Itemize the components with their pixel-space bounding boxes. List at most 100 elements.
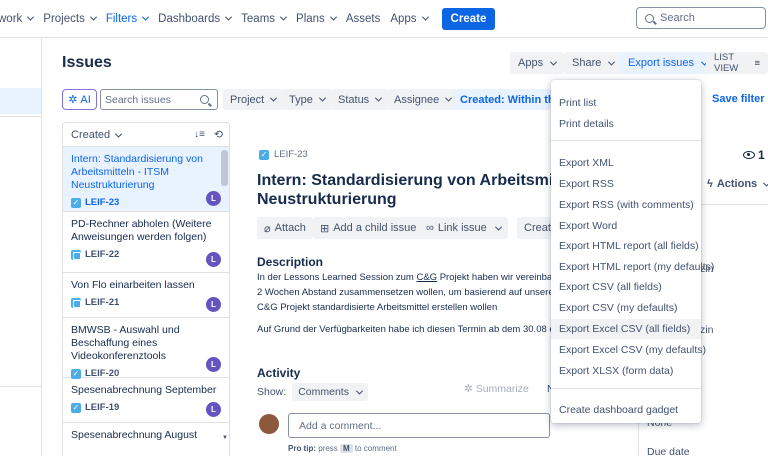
list-item[interactable]: Von Flo einarbeiten lassen LEIF-21 L — [63, 273, 229, 318]
menu-item-export-xlsx[interactable]: Export XLSX (form data) — [551, 361, 701, 381]
more-link-options-button[interactable] — [490, 217, 508, 239]
menu-item-export-rss-comments[interactable]: Export RSS (with comments) — [551, 195, 701, 215]
export-issues-button[interactable]: Export issues — [620, 52, 716, 74]
avatar — [259, 414, 279, 434]
list-header: Created ↓≡ ⟲ — [63, 123, 229, 147]
list-item[interactable]: PD-Rechner abholen (Weitere Anweisungen … — [63, 212, 229, 273]
chevron-down-icon — [27, 13, 35, 21]
list-item[interactable]: Spesenabrechnung September ✓ LEIF-19 L — [63, 378, 229, 423]
chevron-down-icon — [329, 13, 337, 21]
watchers-button[interactable]: 1 — [743, 148, 765, 162]
nav-item-dashboards[interactable]: Dashboards — [158, 13, 233, 25]
paperclip-icon: ⌀ — [264, 222, 271, 235]
assignee-filter[interactable]: Assignee — [387, 89, 459, 110]
chevron-down-icon — [355, 387, 363, 395]
nav-item-filters[interactable]: Filters — [106, 13, 150, 25]
menu-item-print-details[interactable]: Print details — [551, 114, 701, 134]
sort-dropdown[interactable]: Created — [71, 129, 123, 141]
sort-order-icon[interactable]: ↓≡ — [194, 129, 205, 140]
list-item[interactable]: Spesenabrechnung August — [63, 423, 229, 456]
protip-text: Pro tip: press M to comment — [288, 444, 397, 453]
chevron-down-icon — [318, 94, 326, 102]
task-icon: ✓ — [71, 402, 81, 413]
share-button[interactable]: Share — [564, 52, 623, 74]
comment-input[interactable]: Add a comment... — [288, 413, 550, 438]
list-item[interactable]: BMWSB - Auswahl und Beschaffung eines Vi… — [63, 318, 229, 379]
issue-key[interactable]: ✓ LEIF-23 — [259, 149, 308, 160]
menu-item-export-rss[interactable]: Export RSS — [551, 174, 701, 194]
export-menu: Print list Print details Export XML Expo… — [551, 80, 714, 423]
refresh-icon[interactable]: ⟲ — [214, 128, 223, 141]
avatar: L — [206, 252, 221, 267]
description-heading: Description — [257, 255, 324, 269]
nav-item-apps[interactable]: Apps — [390, 13, 429, 25]
link-issue-button[interactable]: ∞ Link issue — [419, 217, 494, 239]
menu-item-export-word[interactable]: Export Word — [551, 216, 701, 236]
link-icon: ∞ — [426, 222, 434, 234]
comments-dropdown[interactable]: Comments — [292, 383, 368, 401]
menu-separator — [551, 388, 701, 389]
avatar: L — [206, 357, 221, 372]
task-icon: ✓ — [259, 149, 269, 160]
menu-item-export-excel-csv-defaults[interactable]: Export Excel CSV (my defaults) — [551, 340, 706, 360]
status-filter[interactable]: Status — [331, 89, 389, 110]
task-icon: ✓ — [71, 368, 81, 379]
menu-item-export-html-defaults[interactable]: Export HTML report (my defaults) — [551, 257, 714, 277]
menu-item-export-excel-csv-all[interactable]: Export Excel CSV (all fields) — [551, 319, 701, 339]
sparkle-icon: ✲ — [68, 94, 78, 106]
add-child-issue-button[interactable]: ⊞ Add a child issue — [313, 217, 424, 239]
chevron-down-icon — [763, 179, 768, 187]
chevron-down-icon — [445, 94, 453, 102]
issue-title[interactable]: Intern: Standardisierung von Arbeitsmitt… — [257, 171, 587, 209]
summarize-button[interactable]: ✲ Summarize — [464, 383, 529, 395]
created-filter[interactable]: Created: Within the la — [453, 89, 551, 110]
subtask-icon — [71, 297, 81, 308]
list-scrollbar[interactable] — [221, 150, 228, 186]
type-filter[interactable]: Type — [282, 89, 332, 110]
issue-list: Created ↓≡ ⟲ Intern: Standardisierung vo… — [62, 122, 230, 456]
search-issues-input[interactable]: Search issues — [100, 89, 218, 110]
nav-item-assets[interactable]: Assets — [346, 13, 381, 25]
scroll-down-icon[interactable]: ▼ — [222, 435, 228, 441]
activity-heading: Activity — [257, 366, 301, 380]
nav-item-teams[interactable]: Teams — [241, 13, 288, 25]
actions-button[interactable]: ϟ Actions — [707, 178, 768, 190]
description-link[interactable]: C&G — [416, 272, 437, 283]
divider — [0, 386, 41, 387]
nav-item-plans[interactable]: Plans — [296, 13, 337, 25]
description-text[interactable]: In der Lessons Learned Session zum C&G P… — [257, 270, 557, 315]
menu-item-export-xml[interactable]: Export XML — [551, 153, 701, 173]
sparkle-icon: ✲ — [464, 383, 476, 395]
divider — [0, 116, 41, 117]
search-icon — [645, 13, 654, 23]
global-search-input[interactable]: Search — [636, 7, 766, 29]
sidebar-selected-item[interactable] — [0, 88, 41, 114]
search-icon — [200, 95, 209, 104]
create-from-issue-button[interactable]: Create — [517, 217, 551, 239]
menu-item-create-dashboard-gadget[interactable]: Create dashboard gadget — [551, 400, 701, 420]
menu-item-export-html-all[interactable]: Export HTML report (all fields) — [551, 236, 701, 256]
list-view-button[interactable]: LIST VIEW ≡ — [706, 52, 768, 74]
apps-button[interactable]: Apps — [510, 52, 565, 74]
ai-filter-button[interactable]: ✲ AI — [62, 89, 97, 110]
description-text[interactable]: Auf Grund der Verfügbarkeiten habe ich d… — [257, 324, 557, 335]
nav-item-work[interactable]: work — [0, 13, 35, 25]
avatar: L — [206, 297, 221, 312]
create-button[interactable]: Create — [441, 7, 496, 30]
menu-item-export-csv-all[interactable]: Export CSV (all fields) — [551, 277, 701, 297]
chevron-down-icon — [494, 223, 503, 231]
chevron-down-icon — [550, 58, 558, 66]
left-sidebar — [0, 38, 42, 456]
chevron-down-icon — [225, 13, 233, 21]
chevron-down-icon — [142, 13, 150, 21]
menu-item-print-list[interactable]: Print list — [551, 93, 701, 113]
project-filter[interactable]: Project — [223, 89, 284, 110]
menu-item-export-csv-defaults[interactable]: Export CSV (my defaults) — [551, 298, 701, 318]
task-icon: ✓ — [71, 197, 81, 208]
nav-item-projects[interactable]: Projects — [43, 13, 97, 25]
attach-button[interactable]: ⌀ Attach — [257, 217, 313, 239]
list-item[interactable]: Intern: Standardisierung von Arbeitsmitt… — [63, 147, 229, 212]
chevron-down-icon — [270, 94, 278, 102]
save-filter-link[interactable]: Save filter — [712, 93, 765, 105]
chevron-down-icon — [115, 130, 123, 138]
